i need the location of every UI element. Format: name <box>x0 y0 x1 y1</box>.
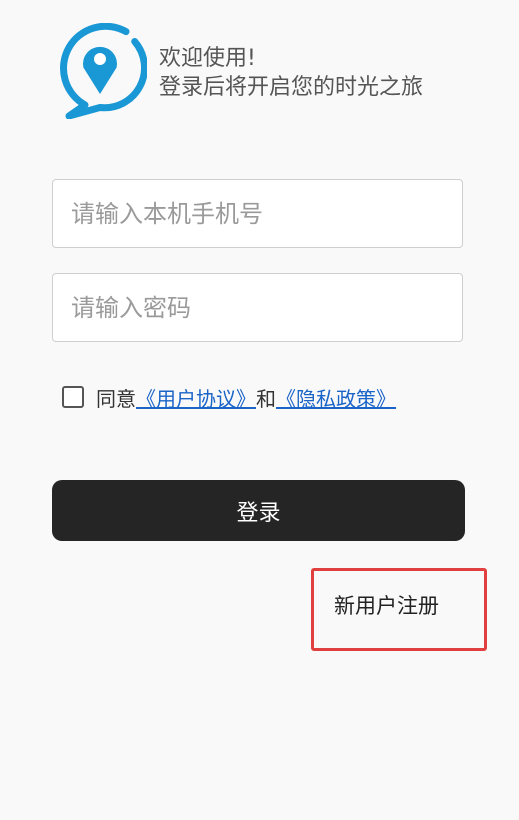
agreement-prefix: 同意 <box>96 386 136 411</box>
welcome-text: 欢迎使用! 登录后将开启您的时光之旅 <box>159 44 423 102</box>
phone-input[interactable] <box>53 180 462 247</box>
welcome-subtitle: 登录后将开启您的时光之旅 <box>159 75 424 100</box>
privacy-policy-link[interactable]: 《隐私政策》 <box>276 383 396 412</box>
password-field[interactable] <box>52 273 463 342</box>
agreement-conjunction: 和 <box>256 386 276 411</box>
register-link[interactable]: 新用户注册 <box>334 591 439 621</box>
agreement-row: 同意 《用户协议》 和 《隐私政策》 <box>62 383 396 411</box>
password-input[interactable] <box>53 274 462 341</box>
agreement-checkbox[interactable] <box>62 386 84 408</box>
user-agreement-link[interactable]: 《用户协议》 <box>136 383 256 412</box>
phone-field[interactable] <box>52 179 463 248</box>
location-chat-logo-icon <box>53 22 148 120</box>
login-button[interactable]: 登录 <box>52 480 465 541</box>
welcome-title: 欢迎使用! <box>159 46 256 71</box>
